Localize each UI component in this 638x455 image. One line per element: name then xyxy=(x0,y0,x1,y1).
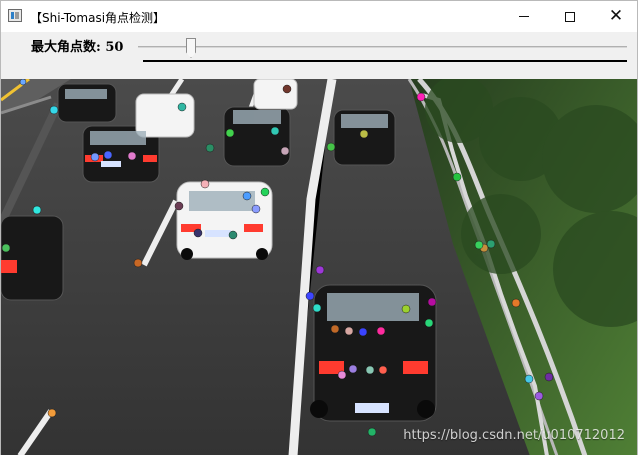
maximize-icon xyxy=(565,11,575,22)
corner-detection-image: https://blog.csdn.net/u010712012 xyxy=(1,79,637,455)
highway-photo xyxy=(1,79,637,455)
minimize-button[interactable] xyxy=(501,1,547,32)
max-corners-label: 最大角点数: 50 xyxy=(31,40,124,55)
maximize-button[interactable] xyxy=(547,1,593,32)
title-bar[interactable]: 【Shi-Tomasi角点检测】 ✕ xyxy=(1,1,637,32)
app-window: 【Shi-Tomasi角点检测】 ✕ 最大角点数: 50 https://blo… xyxy=(0,0,638,455)
max-corners-slider-track[interactable] xyxy=(138,46,627,48)
trackbar-panel: 最大角点数: 50 xyxy=(1,32,637,79)
window-title: 【Shi-Tomasi角点检测】 xyxy=(30,11,166,25)
slider-bottom-line xyxy=(143,60,627,62)
close-button[interactable]: ✕ xyxy=(593,1,638,32)
window-app-icon xyxy=(8,9,22,22)
watermark-text: https://blog.csdn.net/u010712012 xyxy=(403,428,625,443)
close-icon: ✕ xyxy=(608,6,624,26)
max-corners-slider-thumb[interactable] xyxy=(186,38,196,58)
minimize-icon xyxy=(519,16,529,17)
